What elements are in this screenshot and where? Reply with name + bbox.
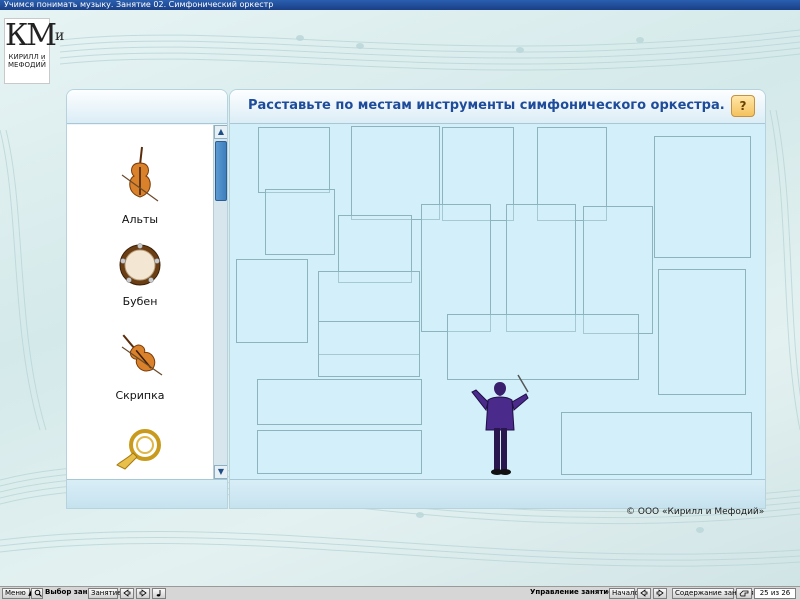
instrument-item-tambourine[interactable]: Бубен (67, 241, 213, 308)
task-footer (230, 479, 765, 508)
help-button[interactable]: ? (731, 95, 755, 117)
instrument-item-violin[interactable]: Скрипка (67, 327, 213, 402)
orchestra-task-panel: Расставьте по местам инструменты симфони… (229, 89, 766, 509)
instrument-label: Скрипка (115, 389, 165, 402)
drop-slot[interactable] (506, 204, 576, 332)
drop-slot[interactable] (258, 127, 330, 193)
arrow-left-icon (640, 589, 648, 597)
arrow-right-icon (656, 589, 664, 597)
logo-line-2: МЕФОДИЙ (8, 61, 46, 69)
drop-slot[interactable] (257, 379, 422, 425)
copyright-text: © ООО «Кирилл и Мефодий» (626, 507, 765, 517)
viola-icon (121, 146, 159, 202)
prev-lesson-button[interactable] (120, 588, 134, 599)
drop-slot[interactable] (236, 259, 308, 343)
next-lesson-button[interactable] (136, 588, 150, 599)
logo-letters: КМ (5, 18, 57, 53)
scroll-thumb[interactable] (215, 141, 227, 201)
lesson-contents-button[interactable]: Содержание занятия (672, 588, 754, 599)
instrument-item-viola[interactable]: Альты (67, 145, 213, 226)
drop-slot[interactable] (654, 136, 751, 258)
instrument-list-scrollbar[interactable]: ▲ ▼ (213, 125, 227, 479)
menu-button[interactable]: Меню ▲ (2, 588, 33, 599)
hand-pointer-icon (739, 590, 749, 597)
drop-slot[interactable] (658, 269, 746, 395)
music-button[interactable] (152, 588, 166, 599)
instrument-panel-header (67, 90, 227, 124)
drop-slot[interactable] (257, 430, 422, 474)
instrument-list: Альты Бубен Скрипка (67, 125, 213, 479)
scroll-up-button[interactable]: ▲ (214, 125, 227, 139)
prev-page-button[interactable] (637, 588, 651, 599)
search-icon (34, 589, 42, 597)
drop-slot[interactable] (265, 189, 335, 255)
hand-button[interactable] (736, 588, 752, 599)
instrument-panel: Альты Бубен Скрипка ▲ ▼ (66, 89, 228, 509)
window-title: Учимся понимать музыку. Занятие 02. Симф… (0, 0, 800, 10)
logo-line-1: КИРИЛЛ и (8, 53, 46, 61)
instrument-panel-footer (67, 479, 227, 508)
french-horn-icon (116, 429, 161, 470)
orchestra-stage (230, 125, 765, 479)
drop-slot[interactable] (318, 321, 420, 377)
manage-lesson-label: Управление занятием: (530, 588, 622, 596)
music-note-icon (156, 590, 161, 597)
arrow-left-icon (123, 589, 131, 597)
drop-slot[interactable] (421, 204, 491, 332)
violin-icon (121, 334, 163, 376)
conductor-figure (471, 374, 529, 475)
bottom-toolbar: Меню ▲ Выбор занятия: Занятие Управление… (0, 586, 800, 600)
next-page-button[interactable] (653, 588, 667, 599)
instrument-label: Альты (121, 213, 159, 226)
task-header: Расставьте по местам инструменты симфони… (230, 90, 765, 124)
search-button[interactable] (31, 588, 43, 599)
menu-label: Меню (5, 589, 26, 597)
scroll-down-button[interactable]: ▼ (214, 465, 227, 479)
page-counter: 25 из 26 (754, 588, 796, 599)
drop-slot[interactable] (561, 412, 752, 475)
arrow-right-icon (139, 589, 147, 597)
instrument-label: Бубен (122, 295, 158, 308)
kirill-methodius-logo: КМи КИРИЛЛ и МЕФОДИЙ (4, 18, 64, 84)
tambourine-icon (119, 243, 161, 286)
logo-superscript: и (54, 28, 64, 44)
instrument-item-french-horn[interactable] (67, 423, 213, 479)
task-title: Расставьте по местам инструменты симфони… (248, 98, 725, 113)
start-button[interactable]: Начало (609, 588, 639, 599)
lesson-button[interactable]: Занятие (88, 588, 122, 599)
